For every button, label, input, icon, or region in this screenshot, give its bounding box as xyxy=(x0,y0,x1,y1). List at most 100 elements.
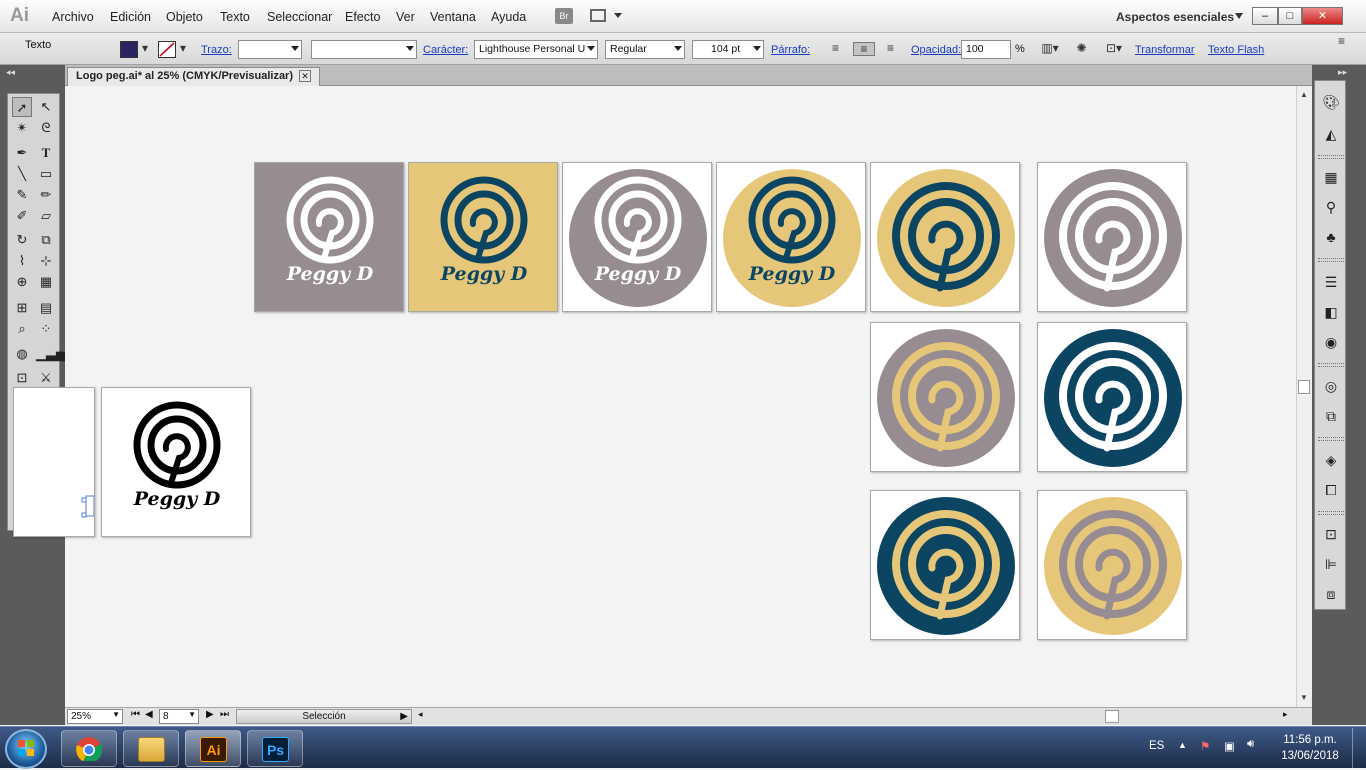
bridge-button[interactable]: Br xyxy=(555,8,573,24)
document-tab[interactable]: Logo peg.ai* al 25% (CMYK/Previsualizar)… xyxy=(67,67,321,86)
rotate-tool-icon[interactable]: ↻ xyxy=(12,230,32,250)
taskbar-photoshop-button[interactable]: Ps xyxy=(247,730,303,767)
stroke-weight-field[interactable] xyxy=(238,40,302,59)
menu-texto[interactable]: Texto xyxy=(220,10,250,24)
horizontal-scroll-thumb[interactable] xyxy=(1105,710,1119,723)
next-artboard-icon[interactable]: ▶ xyxy=(206,709,214,720)
stroke-panel-icon[interactable]: ☰ xyxy=(1319,271,1343,293)
zoom-field[interactable]: 25% ▼ xyxy=(67,709,123,724)
menu-seleccionar[interactable]: Seleccionar xyxy=(267,10,332,24)
swatches-panel-icon[interactable]: ▦ xyxy=(1319,166,1343,188)
artboard-partial-left[interactable] xyxy=(13,387,95,537)
artboard-11[interactable]: Peggy D xyxy=(101,387,251,537)
paintbrush-tool-icon[interactable]: ✎ xyxy=(12,185,32,205)
stroke-dropdown-icon[interactable]: ▾ xyxy=(177,42,189,56)
perspective-grid-tool-icon[interactable]: ▦ xyxy=(36,272,56,292)
graphic-styles-panel-icon[interactable]: ⧉ xyxy=(1319,405,1343,427)
font-style-field[interactable]: Regular xyxy=(605,40,685,59)
align-center-icon[interactable]: ≡ xyxy=(853,42,875,56)
transform-panel-icon[interactable]: ⊡ xyxy=(1319,523,1343,545)
workspace-dropdown-icon[interactable] xyxy=(1235,13,1243,19)
artboard-8[interactable] xyxy=(1037,322,1187,472)
artboard-7[interactable] xyxy=(870,322,1020,472)
character-label-link[interactable]: Carácter: xyxy=(423,44,468,56)
lasso-tool-icon[interactable]: ᘓ xyxy=(36,118,56,138)
direct-selection-tool-icon[interactable]: ↖ xyxy=(36,97,56,117)
menu-ayuda[interactable]: Ayuda xyxy=(491,10,526,24)
stroke-label-link[interactable]: Trazo: xyxy=(201,44,232,56)
paragraph-label-link[interactable]: Párrafo: xyxy=(771,44,810,56)
artboard-2[interactable]: Peggy D xyxy=(408,162,558,312)
show-hidden-icons-icon[interactable]: ▲ xyxy=(1178,740,1187,750)
warp-tool-icon[interactable]: ⌇ xyxy=(12,251,32,271)
close-document-icon[interactable]: ✕ xyxy=(299,70,312,82)
taskbar-illustrator-button[interactable]: Ai xyxy=(185,730,241,767)
previous-artboard-icon[interactable]: ◀ xyxy=(145,709,153,720)
symbols-panel-icon[interactable]: ♣ xyxy=(1319,226,1343,248)
blob-brush-tool-icon[interactable]: ✐ xyxy=(12,206,32,226)
transform-link[interactable]: Transformar xyxy=(1135,44,1195,56)
artboard-5[interactable] xyxy=(870,162,1020,312)
magic-wand-tool-icon[interactable]: ✴ xyxy=(12,118,32,138)
align-panel-icon[interactable]: ⊫ xyxy=(1319,553,1343,575)
artboard-9[interactable] xyxy=(870,490,1020,640)
menu-efecto[interactable]: Efecto xyxy=(345,10,380,24)
symbol-sprayer-tool-icon[interactable]: ◍ xyxy=(12,344,32,364)
layers-panel-icon[interactable]: ◈ xyxy=(1319,449,1343,471)
expand-panels-icon[interactable]: ▸▸ xyxy=(1338,67,1347,78)
eyedropper-tool-icon[interactable]: ⌕ xyxy=(12,319,32,339)
font-size-field[interactable]: 104 pt xyxy=(692,40,764,59)
arrange-documents-icon[interactable] xyxy=(590,9,606,22)
menu-objeto[interactable]: Objeto xyxy=(166,10,203,24)
menu-edicion[interactable]: Edición xyxy=(110,10,151,24)
free-transform-tool-icon[interactable]: ⊹ xyxy=(36,251,56,271)
opacity-field[interactable]: 100 xyxy=(961,40,1011,59)
stroke-none-swatch[interactable] xyxy=(158,41,176,58)
fill-color-swatch[interactable] xyxy=(120,41,138,58)
workspace-switcher[interactable]: Aspectos esenciales xyxy=(1116,10,1234,24)
artboard-10[interactable] xyxy=(1037,490,1187,640)
close-button[interactable]: ✕ xyxy=(1302,7,1343,25)
align-to-selection-icon[interactable]: ⊡▾ xyxy=(1101,42,1127,56)
variable-width-field[interactable] xyxy=(311,40,417,59)
line-tool-icon[interactable]: ╲ xyxy=(12,164,32,184)
scroll-down-icon[interactable]: ▼ xyxy=(1300,693,1308,702)
appearance-panel-icon[interactable]: ◎ xyxy=(1319,375,1343,397)
align-right-icon[interactable]: ≡ xyxy=(883,42,898,56)
menu-ver[interactable]: Ver xyxy=(396,10,415,24)
minimize-button[interactable]: – xyxy=(1252,7,1278,25)
artboards-panel-icon[interactable]: ⧠ xyxy=(1319,479,1343,501)
network-icon[interactable]: ▣ xyxy=(1224,739,1235,753)
collapse-tools-icon[interactable]: ◂◂ xyxy=(6,67,15,78)
artboard-4[interactable]: Peggy D xyxy=(716,162,866,312)
gradient-tool-icon[interactable]: ▤ xyxy=(36,298,56,318)
volume-icon[interactable]: 🔊︎ xyxy=(1247,738,1254,751)
artboard-3[interactable]: Peggy D xyxy=(562,162,712,312)
pen-tool-icon[interactable]: ✒ xyxy=(12,143,32,163)
artboard-6[interactable] xyxy=(1037,162,1187,312)
artboard-number-field[interactable]: 8 ▼ xyxy=(159,709,199,724)
scroll-up-icon[interactable]: ▲ xyxy=(1300,90,1308,99)
rectangle-tool-icon[interactable]: ▭ xyxy=(36,164,56,184)
shape-builder-tool-icon[interactable]: ⊕ xyxy=(12,272,32,292)
artboard-1[interactable]: Peggy D xyxy=(254,162,404,312)
document-setup-icon[interactable]: ✺ xyxy=(1074,42,1089,56)
flash-text-link[interactable]: Texto Flash xyxy=(1208,44,1264,56)
clock-date[interactable]: 13/06/2018 xyxy=(1281,750,1339,762)
clock-time[interactable]: 11:56 p.m. xyxy=(1281,734,1339,746)
last-artboard-icon[interactable]: ⏭ xyxy=(220,709,229,720)
color-guide-panel-icon[interactable]: ◭ xyxy=(1319,123,1343,145)
fill-dropdown-icon[interactable]: ▾ xyxy=(139,42,151,56)
opacity-label-link[interactable]: Opacidad: xyxy=(911,44,961,56)
first-artboard-icon[interactable]: ⏮ xyxy=(131,709,140,720)
taskbar-chrome-button[interactable] xyxy=(61,730,117,767)
font-family-field[interactable]: Lighthouse Personal U xyxy=(474,40,598,59)
menu-archivo[interactable]: Archivo xyxy=(52,10,94,24)
blend-tool-icon[interactable]: ⁘ xyxy=(36,319,56,339)
brushes-panel-icon[interactable]: ⚲ xyxy=(1319,196,1343,218)
mesh-tool-icon[interactable]: ⊞ xyxy=(12,298,32,318)
scale-tool-icon[interactable]: ⧉ xyxy=(36,230,56,250)
eraser-tool-icon[interactable]: ▱ xyxy=(36,206,56,226)
recolor-artwork-icon[interactable]: ▥▾ xyxy=(1036,42,1064,56)
pathfinder-panel-icon[interactable]: ⧈ xyxy=(1319,583,1343,605)
